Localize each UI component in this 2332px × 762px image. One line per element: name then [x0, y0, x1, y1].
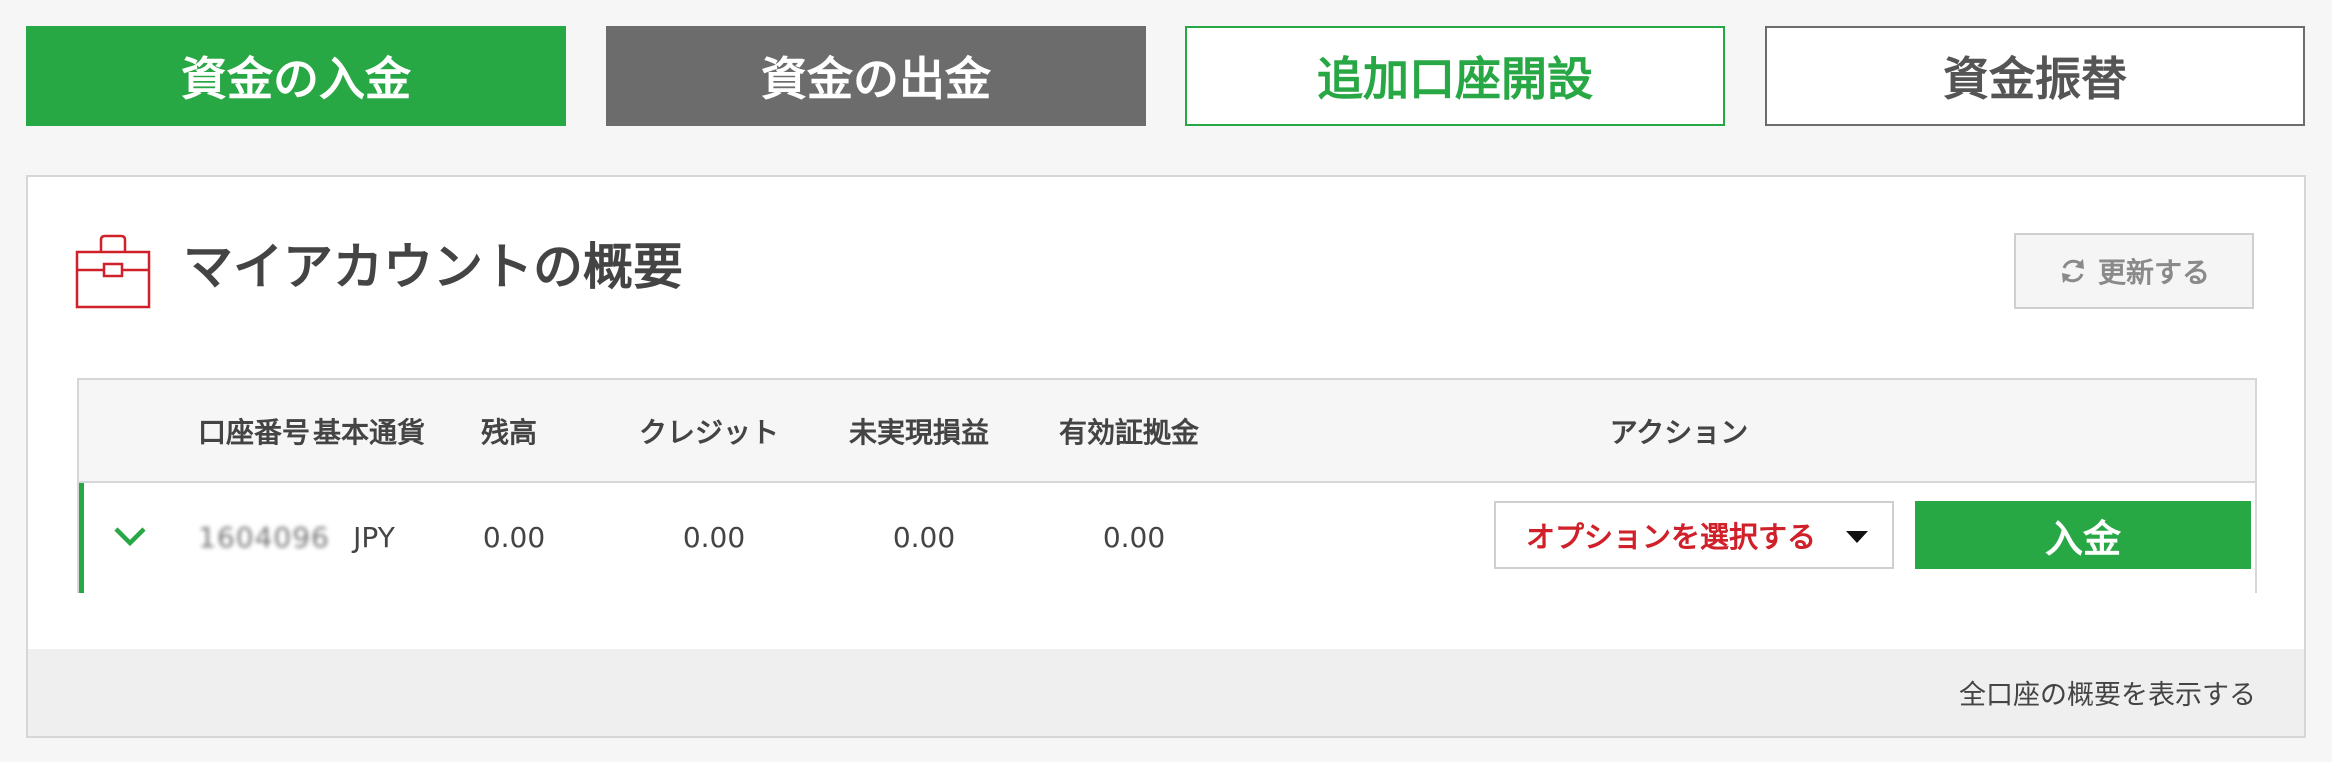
deposit-funds-button[interactable]: 資金の入金 — [26, 26, 566, 126]
table-header: 口座番号 基本通貨 残高 クレジット 未実現損益 有効証拠金 アクション — [79, 380, 2255, 483]
header-unrealized-pl: 未実現損益 — [848, 415, 989, 449]
fund-transfer-button[interactable]: 資金振替 — [1765, 26, 2305, 126]
header-action: アクション — [1609, 415, 1749, 449]
open-additional-account-button[interactable]: 追加口座開設 — [1185, 26, 1725, 126]
header-credit: クレジット — [638, 415, 779, 449]
accounts-table: 口座番号 基本通貨 残高 クレジット 未実現損益 有効証拠金 アクション 160… — [77, 378, 2257, 593]
row-deposit-button[interactable]: 入金 — [1915, 501, 2251, 569]
view-all-accounts-link[interactable]: 全口座の概要を表示する — [1959, 649, 2256, 736]
balance-value: 0.00 — [482, 520, 546, 554]
briefcase-icon — [75, 234, 151, 309]
equity-value: 0.00 — [1102, 520, 1166, 554]
refresh-label: 更新する — [2097, 256, 2210, 289]
account-overview-panel: マイアカウントの概要 更新する 口座番号 基本通貨 残高 クレジット 未実現損益… — [26, 175, 2306, 738]
header-balance: 残高 — [480, 415, 537, 449]
header-base-currency: 基本通貨 — [312, 415, 425, 449]
chevron-down-icon[interactable] — [112, 523, 148, 549]
panel-footer: 全口座の概要を表示する — [28, 649, 2304, 736]
credit-value: 0.00 — [682, 520, 746, 554]
withdraw-funds-button[interactable]: 資金の出金 — [606, 26, 1146, 126]
header-equity: 有効証拠金 — [1058, 415, 1199, 449]
caret-down-icon — [1846, 531, 1868, 543]
action-select[interactable]: オプションを選択する — [1494, 501, 1894, 569]
refresh-button[interactable]: 更新する — [2014, 233, 2254, 309]
panel-title: マイアカウントの概要 — [183, 238, 683, 296]
table-row: 1604096 JPY 0.00 0.00 0.00 0.00 オプションを選択… — [79, 483, 2255, 593]
action-select-value: オプションを選択する — [1526, 520, 1817, 554]
unrealized-pl-value: 0.00 — [892, 520, 956, 554]
refresh-icon — [2061, 259, 2084, 283]
base-currency: JPY — [353, 520, 395, 554]
